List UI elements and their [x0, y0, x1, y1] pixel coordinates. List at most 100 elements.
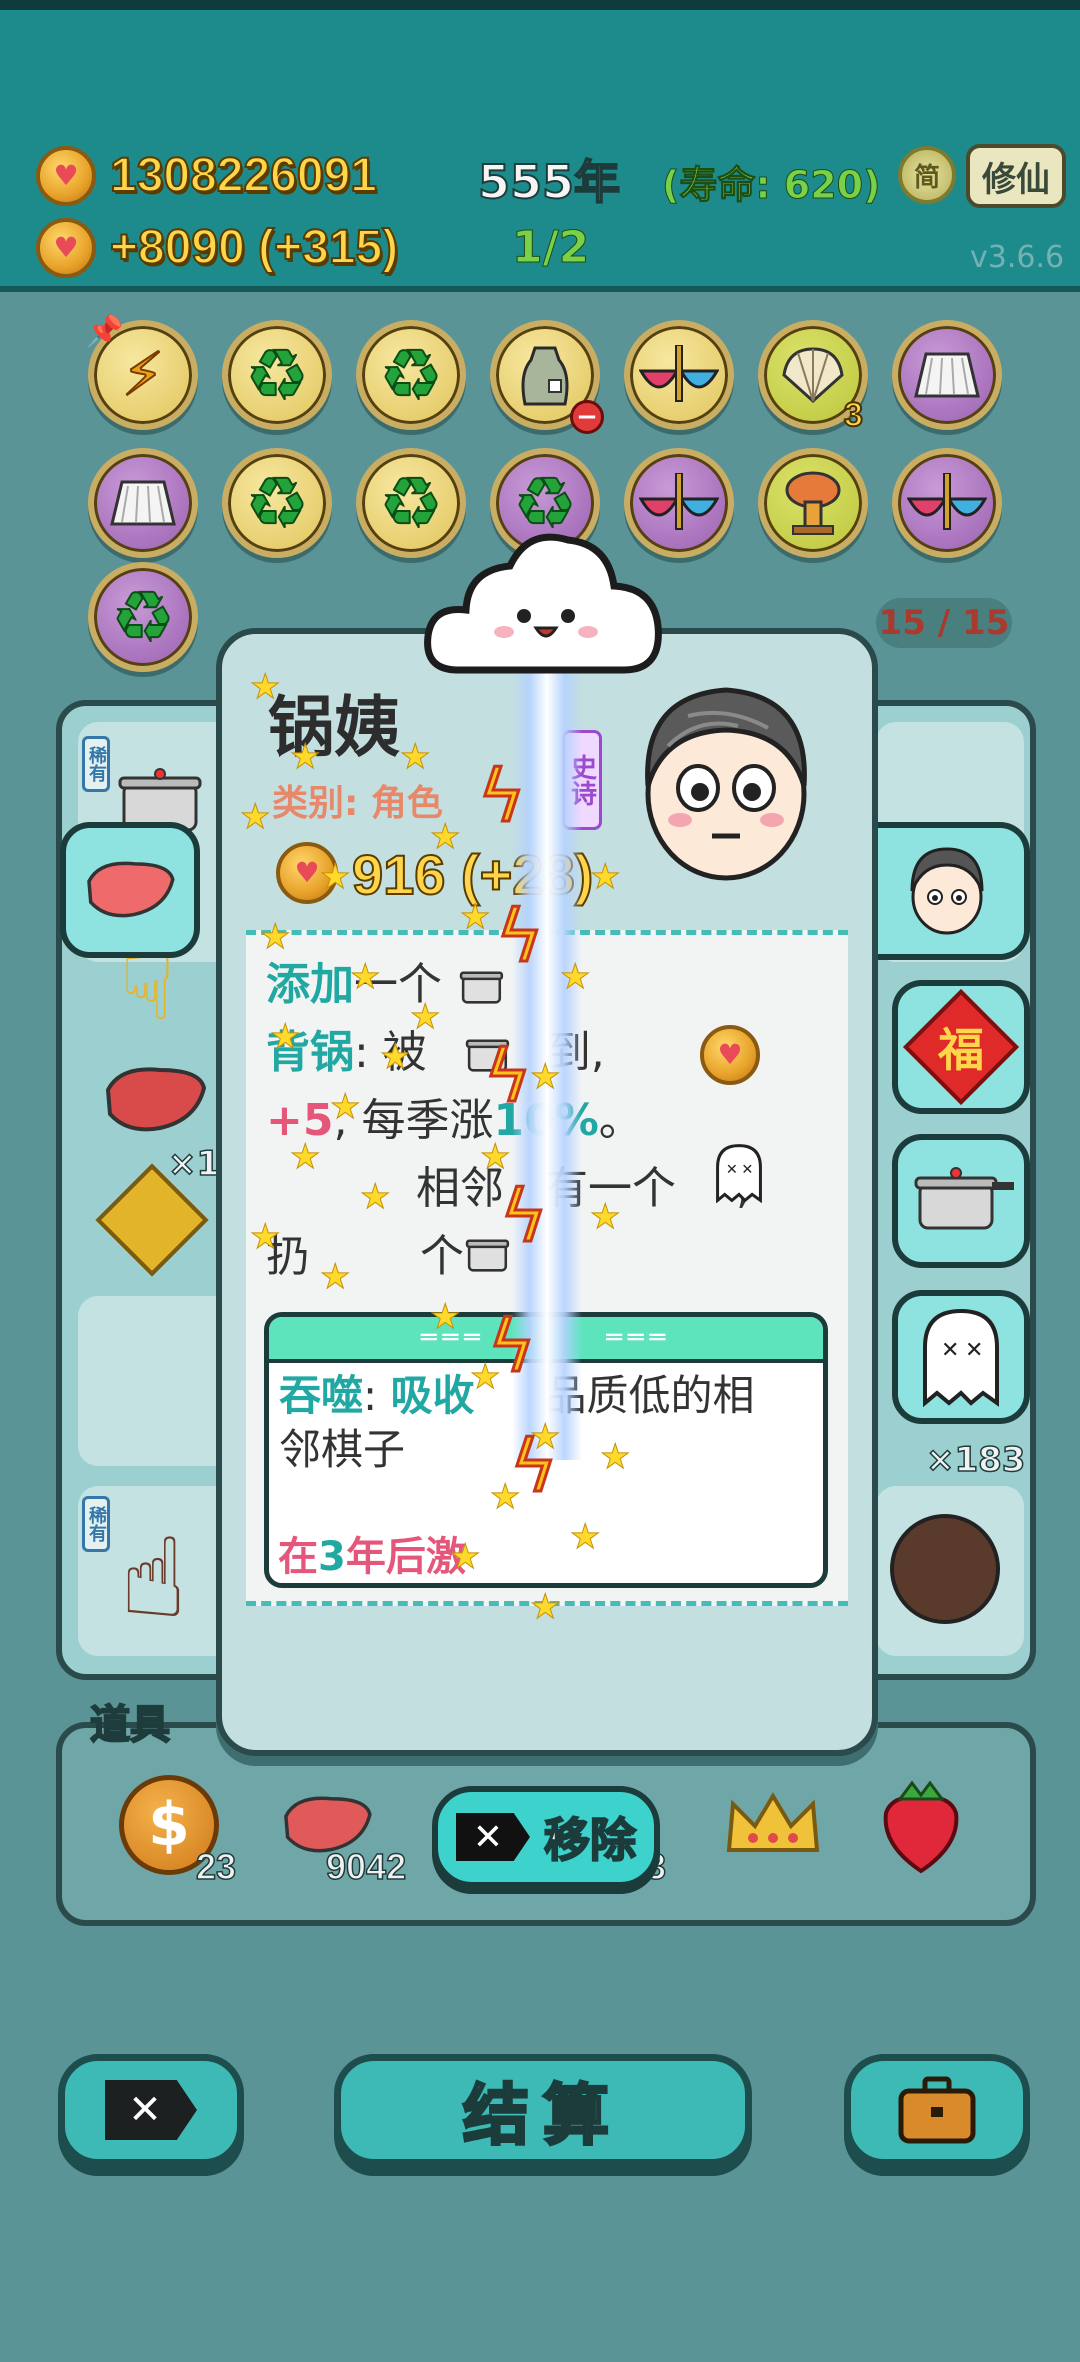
gold-amount: 1308226091: [109, 148, 378, 203]
year-counter: 555年: [477, 154, 621, 210]
hand-up-icon: ☝: [120, 1514, 187, 1642]
liver-icon: [87, 861, 175, 918]
rare-tag: 稀有: [82, 1496, 110, 1552]
star-icon: ★: [529, 1417, 561, 1457]
relic-recycle[interactable]: ♻: [88, 562, 198, 672]
remove-button[interactable]: ✕ 移除: [432, 1786, 660, 1888]
relic-mushroom-cloud[interactable]: [758, 448, 868, 558]
star-icon: ★: [319, 1257, 351, 1297]
star-icon: ★: [569, 1517, 601, 1557]
relic-recycle[interactable]: ♻: [222, 320, 332, 430]
shell-count: 3: [843, 395, 864, 435]
income-coin-icon: ♥: [36, 218, 96, 278]
aunt-portrait-icon: [645, 687, 807, 881]
liver-piece[interactable]: [100, 1060, 210, 1140]
tray-item-strawberry[interactable]: [856, 1750, 986, 1900]
cloud-character: [418, 520, 668, 690]
remove-button-label: 移除: [543, 1812, 637, 1868]
pressure-cooker-icon: [914, 1167, 1014, 1230]
heart-coin-icon: ♥: [36, 146, 96, 206]
recycle-icon: ♻: [111, 576, 176, 658]
ghost-piece-count: ×183: [925, 1439, 1026, 1481]
selected-character-thumb[interactable]: [870, 822, 1030, 960]
tray-item-count: 23: [195, 1845, 237, 1888]
noodle-bowls-icon: [907, 473, 987, 530]
star-icon: ★: [239, 797, 271, 837]
lightning-icon: ⚡: [121, 340, 165, 410]
star-icon: ★: [449, 1537, 481, 1577]
items-tray-title: 道具: [89, 1701, 171, 1749]
top-strip: [0, 0, 1080, 10]
cloud-icon: [424, 533, 662, 674]
character-piece[interactable]: [890, 1514, 1000, 1624]
settle-button[interactable]: 结算: [334, 2054, 752, 2166]
aunt-face-icon: [910, 847, 984, 935]
svg-text:✕: ✕: [941, 1338, 959, 1363]
version-label: v3.6.6: [970, 240, 1065, 275]
recycle-icon: ♻: [245, 334, 310, 416]
relic-skirt[interactable]: [88, 448, 198, 558]
relic-capacity: 15 / 15: [876, 598, 1012, 648]
svg-text:✕: ✕: [741, 1162, 753, 1178]
close-icon: ✕: [105, 2080, 197, 2140]
inline-coin-icon: ♥: [700, 1025, 760, 1085]
fu-charm-icon: 福: [903, 989, 1019, 1105]
simplified-toggle-button[interactable]: 简: [898, 146, 956, 204]
pointing-hand-piece[interactable]: ☝: [120, 1514, 187, 1642]
close-icon: ✕: [456, 1813, 530, 1861]
star-icon: ★: [529, 1057, 561, 1097]
garbage-bag-icon: [521, 346, 569, 406]
liver-icon: [105, 1067, 207, 1132]
cancel-button[interactable]: ✕: [58, 2054, 244, 2166]
star-icon: ★: [289, 1137, 321, 1177]
cultivate-button[interactable]: 修仙: [966, 144, 1066, 208]
lifespan-label: (寿命: 620): [661, 163, 881, 208]
ghost-icon: ✕ ✕: [923, 1308, 999, 1407]
liver-side-item[interactable]: [60, 822, 200, 958]
star-icon: ★: [529, 1587, 561, 1627]
rare-tag: 稀有: [82, 736, 110, 792]
svg-text:✕: ✕: [726, 1162, 738, 1178]
star-icon: ★: [489, 1477, 521, 1517]
pin-icon: 📌: [86, 314, 124, 349]
relic-skirt[interactable]: [892, 320, 1002, 430]
relic-noodle-bowls[interactable]: [624, 320, 734, 430]
character-portrait: [628, 676, 824, 886]
skirt-icon: [914, 352, 980, 398]
star-icon: ★: [429, 817, 461, 857]
tray-item-crown[interactable]: [708, 1750, 838, 1900]
pressure-cooker-side-item[interactable]: [892, 1134, 1030, 1268]
star-icon: ★: [589, 857, 621, 897]
recycle-icon: ♻: [379, 334, 444, 416]
heart-piece-count: ×1: [167, 1143, 221, 1185]
star-icon: ★: [559, 957, 591, 997]
crown-icon: [726, 1792, 820, 1852]
star-icon: ★: [319, 857, 351, 897]
settle-button-label: 结算: [462, 2076, 623, 2156]
star-icon: ★: [379, 1037, 411, 1077]
inventory-button[interactable]: [844, 2054, 1030, 2166]
noodle-bowls-icon: [639, 345, 719, 402]
fortune-side-item[interactable]: 福: [892, 980, 1030, 1114]
star-icon: ★: [249, 667, 281, 707]
star-icon: ★: [399, 737, 431, 777]
skirt-icon: [110, 480, 176, 526]
star-icon: ★: [469, 1357, 501, 1397]
star-icon: ★: [259, 917, 291, 957]
star-icon: ★: [269, 1017, 301, 1057]
round-counter: 1/2: [511, 222, 590, 274]
star-icon: ★: [249, 1217, 281, 1257]
star-icon: ★: [409, 997, 441, 1037]
mushroom-cloud-icon: [785, 471, 841, 535]
top-status-bar: ♥ 1308226091 555年 (寿命: 620) 简 修仙 ♥ +8090…: [0, 0, 1080, 292]
star-icon: ★: [589, 1197, 621, 1237]
svg-text:✕: ✕: [965, 1338, 983, 1363]
strawberry-icon: [883, 1780, 959, 1874]
star-icon: ★: [349, 957, 381, 997]
star-icon: ★: [479, 1137, 511, 1177]
relic-noodle-bowls[interactable]: [892, 448, 1002, 558]
ghost-side-item[interactable]: ✕ ✕: [892, 1290, 1030, 1424]
relic-recycle[interactable]: ♻: [356, 320, 466, 430]
inline-ghost-icon: ✕ ✕: [714, 1143, 764, 1207]
shell-icon: [782, 347, 844, 404]
